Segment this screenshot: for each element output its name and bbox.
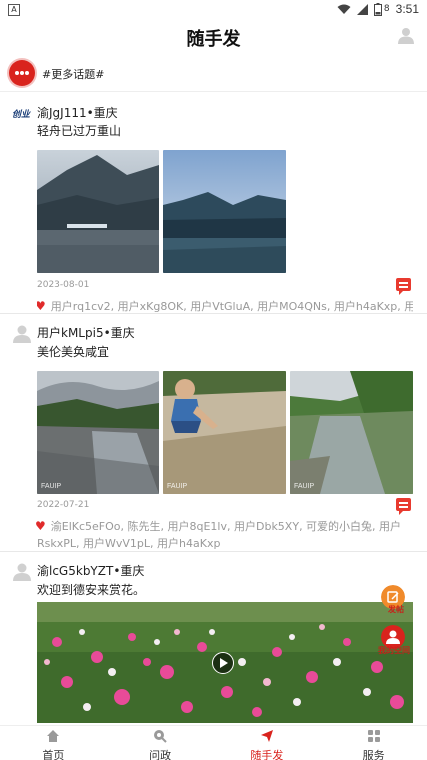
send-icon [260,730,273,742]
page-title: 随手发 [186,29,241,50]
avatar-logo-text: 创业 [12,110,31,120]
inquiry-icon [154,730,167,743]
app-header: 随手发 [0,20,427,54]
tab-label: 首页 [42,749,65,760]
heart-icon[interactable]: ♥ [35,519,46,533]
tab-inquiry[interactable]: 问政 [107,726,214,760]
play-button[interactable] [212,652,234,674]
post-photo[interactable]: FAUIP [163,371,286,494]
tab-label: 服务 [362,749,385,760]
tab-label: 问政 [149,749,172,760]
post-username[interactable]: 渝JgJ111•重庆 [37,104,118,121]
clock: 3:51 [395,2,419,16]
post-photo[interactable] [163,150,286,273]
signal-icon [356,3,368,15]
app-notification-icon: A [8,4,20,16]
battery-icon [373,2,382,16]
tab-home[interactable]: 首页 [0,726,107,760]
post-likes: ♥ 渝ElKc5eFOo, 陈先生, 用户8qE1lv, 用户Dbk5XY, 可爱… [35,518,413,552]
photo-watermark: FAUIP [294,483,315,490]
bottom-tab-bar: 首页 问政 随手发 服务 [0,725,427,760]
post-photo[interactable] [37,150,159,273]
avatar[interactable] [12,323,32,343]
post-fab-label[interactable]: 发帖 [388,604,404,615]
comment-icon[interactable] [396,498,411,515]
topics-bar: #更多话题# [0,56,427,92]
avatar[interactable] [12,561,32,581]
tab-service[interactable]: 服务 [320,726,427,760]
service-icon [367,730,380,742]
likes-list: 渝ElKc5eFOo, 陈先生, 用户8qE1lv, 用户Dbk5XY, 可爱的… [37,520,402,550]
user-avatar-icon[interactable] [397,26,415,44]
post-photo[interactable]: FAUIP [290,371,413,494]
photo-watermark: FAUIP [41,483,62,490]
wifi-icon [337,4,351,14]
post-text: 美伦美奂咸宜 [37,345,110,359]
more-topics-button[interactable] [9,60,35,86]
tab-label: 随手发 [250,749,284,760]
battery-level: 8 [383,4,390,14]
home-icon [47,730,60,742]
status-bar: A 8 3:51 [0,0,427,20]
post-text: 轻舟已过万重山 [37,124,122,138]
post-username[interactable]: 用户kMLpi5•重庆 [37,324,135,341]
status-icons: 8 3:51 [337,2,419,16]
avatar[interactable]: 创业 [12,102,32,122]
my-space-fab-label[interactable]: 我的空间 [378,645,410,656]
photo-watermark: FAUIP [167,483,188,490]
post-username[interactable]: 渝lcG5kbYZT•重庆 [37,562,144,579]
post-date: 2022-07-21 [37,500,90,510]
tab-post[interactable]: 随手发 [214,726,321,760]
more-topics-label[interactable]: #更多话题# [42,66,104,82]
post-photo[interactable]: FAUIP [37,371,159,494]
post-text: 欢迎到德安来赏花。 [37,583,146,597]
